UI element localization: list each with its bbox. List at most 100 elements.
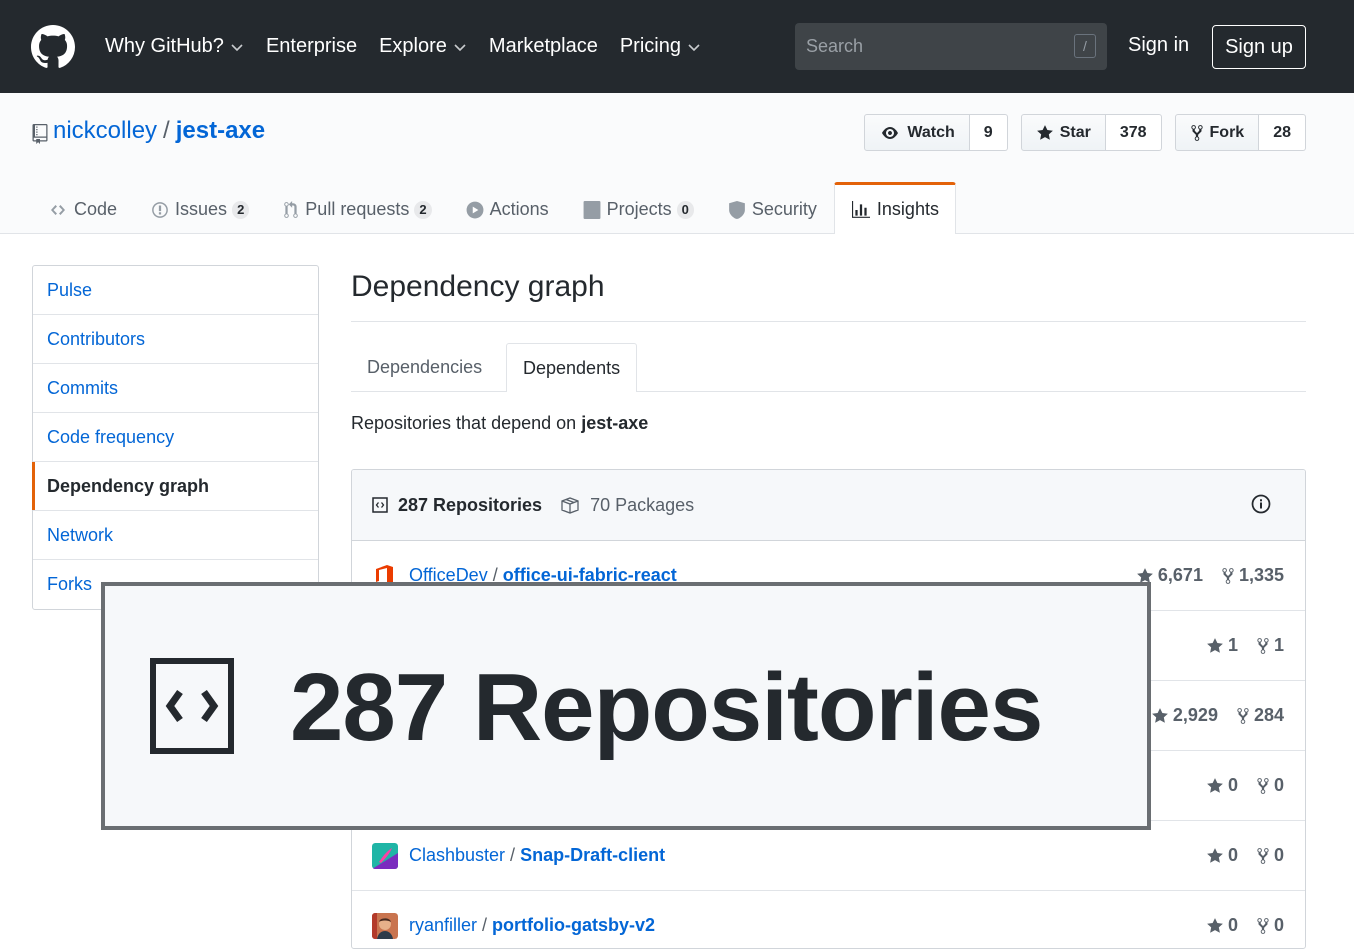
package-icon: [561, 497, 579, 514]
star-group: Star 378: [1020, 114, 1162, 151]
path-separator: /: [510, 845, 516, 865]
tab-label: Pull requests: [305, 199, 410, 219]
sign-up-button[interactable]: Sign up: [1212, 25, 1306, 69]
code-icon: [51, 204, 65, 215]
fork-count[interactable]: 28: [1259, 114, 1306, 151]
sidebar-item-code-frequency[interactable]: Code frequency: [33, 413, 318, 462]
dependent-stars: 1: [1206, 635, 1238, 656]
fork-icon: [1257, 637, 1269, 654]
sidebar-item-pulse[interactable]: Pulse: [33, 266, 318, 315]
star-count: 6,671: [1157, 565, 1203, 585]
tab-security[interactable]: Security: [711, 182, 834, 234]
packages-count: 70 Packages: [590, 494, 695, 515]
dependent-owner-link[interactable]: Clashbuster: [409, 845, 505, 866]
fork-count: 1,335: [1238, 565, 1284, 585]
star-icon: [1207, 777, 1223, 793]
tab-projects[interactable]: Projects 0: [566, 182, 711, 234]
dependent-stars: 0: [1206, 915, 1238, 936]
nav-label: Enterprise: [265, 35, 358, 57]
pull-request-icon: [284, 200, 299, 218]
nav-enterprise[interactable]: Enterprise: [266, 35, 357, 58]
nav-label: Pricing: [619, 35, 681, 57]
eye-icon: [882, 126, 899, 139]
insights-sidebar: Pulse Contributors Commits Code frequenc…: [32, 265, 319, 610]
chevron-down-icon: [454, 43, 466, 51]
dependent-forks: 0: [1256, 775, 1284, 796]
fork-icon: [1222, 567, 1234, 584]
site-header: Why GitHub? Enterprise Explore Marketpla…: [0, 0, 1354, 93]
repositories-filter[interactable]: 287 Repositories: [372, 495, 542, 516]
fork-count: 1: [1273, 635, 1284, 655]
nav-label: Explore: [379, 35, 447, 57]
tab-actions[interactable]: Actions: [449, 182, 566, 234]
star-count[interactable]: 378: [1105, 114, 1162, 151]
tab-dependencies[interactable]: Dependencies: [351, 343, 498, 391]
project-icon: [583, 200, 601, 219]
tab-label: Security: [751, 199, 817, 219]
sign-in-link[interactable]: Sign in: [1128, 34, 1189, 57]
star-icon: [1207, 637, 1223, 653]
dependent-stars: 2,929: [1151, 705, 1218, 726]
dependents-header: 287 Repositories 70 Packages: [352, 470, 1305, 541]
search-input[interactable]: Search /: [795, 23, 1107, 70]
packages-filter[interactable]: 70 Packages: [560, 495, 694, 516]
zoomed-repositories-count: 287 Repositories: [290, 654, 1043, 761]
dependent-stars: 0: [1206, 775, 1238, 796]
nav-marketplace[interactable]: Marketplace: [489, 35, 598, 58]
tab-pull-requests[interactable]: Pull requests 2: [266, 182, 448, 234]
tab-code[interactable]: Code: [31, 182, 134, 234]
dependent-row: ryanfiller / portfolio-gatsby-v2 0 0: [352, 891, 1305, 948]
info-icon[interactable]: [1251, 494, 1271, 514]
watch-button[interactable]: Watch: [864, 114, 970, 151]
projects-counter: 0: [676, 200, 694, 219]
sidebar-item-network[interactable]: Network: [33, 511, 318, 560]
dependent-forks: 0: [1256, 845, 1284, 866]
dependent-forks: 0: [1256, 915, 1284, 936]
tab-issues[interactable]: Issues 2: [134, 182, 266, 234]
clashbuster-avatar[interactable]: [372, 842, 398, 869]
dependent-repo-link[interactable]: portfolio-gatsby-v2: [492, 915, 655, 936]
main-nav: Why GitHub? Enterprise Explore Marketpla…: [105, 0, 723, 93]
search-shortcut-key: /: [1074, 34, 1096, 58]
nav-label: Marketplace: [488, 35, 598, 57]
zoom-callout: 287 Repositories: [101, 582, 1151, 830]
fork-button[interactable]: Fork: [1174, 114, 1260, 151]
star-label: Star: [1059, 123, 1091, 141]
nav-explore[interactable]: Explore: [379, 35, 467, 58]
tab-insights[interactable]: Insights: [833, 182, 956, 234]
chevron-down-icon: [231, 43, 243, 51]
star-count: 2,929: [1172, 705, 1218, 725]
dependent-stats: 0 0: [1188, 751, 1284, 820]
fork-icon: [1257, 847, 1269, 864]
sidebar-item-contributors[interactable]: Contributors: [33, 315, 318, 364]
watch-count[interactable]: 9: [969, 114, 1008, 151]
repo-name-link[interactable]: jest-axe: [176, 117, 265, 145]
fork-icon: [1257, 917, 1269, 934]
watch-group: Watch 9: [864, 114, 1008, 151]
nav-pricing[interactable]: Pricing: [620, 35, 701, 58]
dependent-stats: 2,929 284: [1133, 681, 1284, 750]
ryanfiller-avatar[interactable]: [372, 912, 398, 939]
code-square-icon: [372, 497, 388, 513]
sidebar-item-dependency-graph[interactable]: Dependency graph: [32, 462, 318, 511]
search-placeholder: Search: [806, 36, 864, 56]
tab-label: Projects: [606, 199, 672, 219]
nav-why-github[interactable]: Why GitHub?: [105, 35, 244, 58]
dependent-owner-link[interactable]: ryanfiller: [409, 915, 477, 936]
star-button[interactable]: Star: [1020, 114, 1106, 151]
sidebar-item-commits[interactable]: Commits: [33, 364, 318, 413]
dependent-stars: 0: [1206, 845, 1238, 866]
star-icon: [1207, 847, 1223, 863]
repo-nav: Code Issues 2 Pull requests 2 Actions Pr…: [31, 182, 956, 234]
dependent-stats: 0 0: [1188, 821, 1284, 890]
dependent-repo-link[interactable]: Snap-Draft-client: [520, 845, 665, 866]
page-title: Dependency graph: [351, 270, 605, 303]
repo-owner-link[interactable]: nickcolley: [53, 117, 157, 145]
star-icon: [1207, 917, 1223, 933]
tab-dependents[interactable]: Dependents: [506, 343, 638, 392]
nav-label: Why GitHub?: [105, 35, 224, 57]
github-logo-icon[interactable]: [31, 25, 75, 69]
play-icon: [466, 201, 484, 218]
shield-icon: [729, 200, 745, 219]
path-separator: /: [482, 915, 488, 935]
